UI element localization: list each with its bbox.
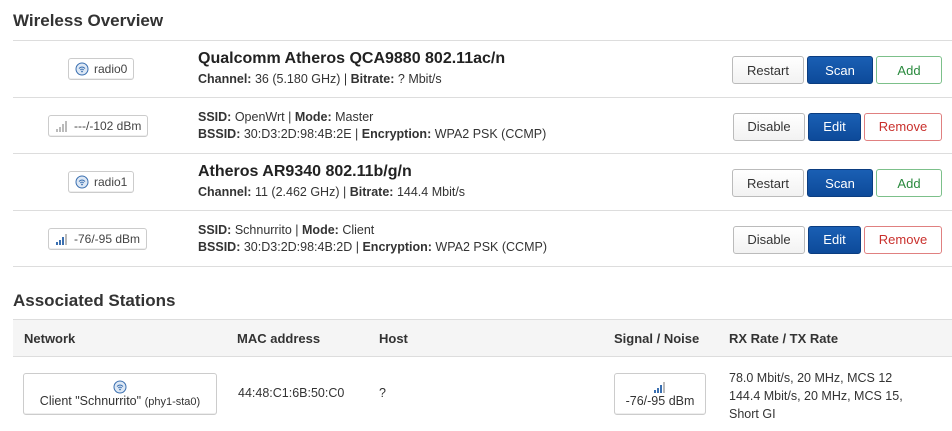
associated-stations-title: Associated Stations — [13, 291, 176, 310]
edit-button[interactable]: Edit — [808, 225, 861, 254]
remove-button[interactable]: Remove — [864, 225, 942, 254]
disable-button[interactable]: Disable — [733, 225, 805, 254]
device-actions: Restart Scan Add — [732, 169, 942, 197]
mode-value: Master — [335, 109, 374, 124]
wifi-radio-icon — [75, 62, 89, 76]
network-row-openwrt: ---/-102 dBm SSID: OpenWrt | Mode: Maste… — [13, 97, 952, 154]
station-mac: 44:48:C1:6B:50:C0 — [238, 386, 345, 400]
station-network-box[interactable]: Client "Schnurrito" (phy1-sta0) — [23, 373, 217, 415]
wireless-device-table: radio0 Qualcomm Atheros QCA9880 802.11ac… — [13, 40, 952, 267]
mode-label: Mode: — [294, 109, 332, 124]
tx-rate-extra: Short GI — [729, 407, 776, 421]
add-button[interactable]: Add — [876, 56, 942, 84]
encryption-label: Encryption: — [361, 126, 432, 141]
ssid-label: SSID: — [198, 109, 232, 124]
separator: | — [351, 126, 362, 141]
channel-value: 36 (5.180 GHz) — [254, 72, 341, 86]
edit-button[interactable]: Edit — [808, 112, 861, 141]
radio-badge: radio0 — [68, 58, 135, 80]
encryption-label: Encryption: — [362, 239, 432, 254]
header-host: Host — [379, 331, 408, 346]
radio-name: radio0 — [94, 62, 128, 76]
device-actions: Restart Scan Add — [732, 56, 942, 84]
station-signal-box: -76/-95 dBm — [614, 373, 706, 415]
ssid-label: SSID: — [198, 222, 232, 237]
network-ssid-line: SSID: Schnurrito | Mode: Client — [198, 223, 374, 237]
bitrate-label: Bitrate: — [349, 185, 394, 199]
device-details: Channel: 36 (5.180 GHz) | Bitrate: ? Mbi… — [198, 72, 442, 86]
device-name: Qualcomm Atheros QCA9880 802.11ac/n — [198, 50, 506, 67]
station-signal-value: -76/-95 dBm — [625, 394, 695, 408]
remove-button[interactable]: Remove — [864, 112, 942, 141]
separator: | — [352, 239, 363, 254]
stations-table-header: Network MAC address Host Signal / Noise … — [13, 320, 952, 357]
rx-rate: 78.0 Mbit/s, 20 MHz, MCS 12 — [729, 371, 893, 385]
channel-value: 11 (2.462 GHz) — [254, 185, 340, 199]
signal-badge: ---/-102 dBm — [48, 114, 149, 137]
station-network-label: Client "Schnurrito" (phy1-sta0) — [40, 394, 200, 408]
wifi-client-icon — [113, 380, 127, 394]
network-ssid-line: SSID: OpenWrt | Mode: Master — [198, 110, 373, 124]
bssid-value: 30:D3:2D:98:4B:2E — [243, 126, 352, 141]
network-row-schnurrito: -76/-95 dBm SSID: Schnurrito | Mode: Cli… — [13, 210, 952, 267]
restart-button[interactable]: Restart — [732, 169, 804, 197]
signal-strength-icon — [654, 382, 665, 393]
tx-rate: 144.4 Mbit/s, 20 MHz, MCS 15, — [729, 389, 903, 403]
scan-button[interactable]: Scan — [807, 56, 873, 84]
station-network-device: (phy1-sta0) — [144, 396, 201, 408]
bitrate-value: 144.4 Mbit/s — [396, 185, 466, 199]
bssid-label: BSSID: — [198, 239, 241, 254]
station-network-name: Client "Schnurrito" — [39, 394, 142, 408]
network-actions: Disable Edit Remove — [733, 112, 942, 141]
header-mac: MAC address — [237, 331, 321, 346]
encryption-value: WPA2 PSK (CCMP) — [434, 126, 547, 141]
signal-badge: -76/-95 dBm — [48, 227, 148, 250]
wifi-radio-icon — [75, 175, 89, 189]
encryption-value: WPA2 PSK (CCMP) — [435, 239, 547, 254]
stations-table: Network MAC address Host Signal / Noise … — [13, 319, 952, 429]
header-rx-tx-rate: RX Rate / TX Rate — [729, 331, 839, 346]
bssid-value: 30:D3:2D:98:4B:2D — [243, 239, 353, 254]
device-details: Channel: 11 (2.462 GHz) | Bitrate: 144.4… — [198, 185, 465, 199]
bssid-label: BSSID: — [198, 126, 241, 141]
header-network: Network — [24, 331, 76, 346]
separator: | — [340, 72, 351, 86]
separator: | — [339, 185, 350, 199]
network-bssid-line: BSSID: 30:D3:2D:98:4B:2E | Encryption: W… — [198, 127, 546, 141]
separator: | — [284, 109, 295, 124]
mode-value: Client — [342, 222, 375, 237]
signal-strength-icon — [56, 120, 67, 132]
channel-label: Channel: — [198, 185, 252, 199]
restart-button[interactable]: Restart — [732, 56, 804, 84]
signal-value: -76/-95 dBm — [74, 231, 141, 246]
station-row: Client "Schnurrito" (phy1-sta0) 44:48:C1… — [13, 357, 952, 429]
add-button[interactable]: Add — [876, 169, 942, 197]
scan-button[interactable]: Scan — [807, 169, 873, 197]
radio-name: radio1 — [94, 175, 128, 189]
device-name: Atheros AR9340 802.11b/g/n — [198, 163, 412, 180]
bitrate-value: ? Mbit/s — [397, 72, 442, 86]
channel-label: Channel: — [198, 72, 252, 86]
station-host: ? — [379, 386, 386, 400]
separator: | — [291, 222, 303, 237]
ssid-value: OpenWrt — [234, 109, 285, 124]
wireless-overview-title: Wireless Overview — [13, 11, 164, 30]
header-signal-noise: Signal / Noise — [614, 331, 700, 346]
signal-strength-icon — [56, 233, 67, 245]
signal-value: ---/-102 dBm — [74, 118, 142, 133]
network-bssid-line: BSSID: 30:D3:2D:98:4B:2D | Encryption: W… — [198, 240, 547, 254]
disable-button[interactable]: Disable — [733, 112, 805, 141]
bitrate-label: Bitrate: — [350, 72, 395, 86]
mode-label: Mode: — [302, 222, 339, 237]
ssid-value: Schnurrito — [234, 222, 292, 237]
device-row-radio0: radio0 Qualcomm Atheros QCA9880 802.11ac… — [13, 41, 952, 98]
station-rates: 78.0 Mbit/s, 20 MHz, MCS 12 144.4 Mbit/s… — [729, 369, 903, 423]
device-row-radio1: radio1 Atheros AR9340 802.11b/g/n Channe… — [13, 154, 952, 211]
radio-badge: radio1 — [68, 171, 135, 193]
network-actions: Disable Edit Remove — [733, 225, 942, 254]
